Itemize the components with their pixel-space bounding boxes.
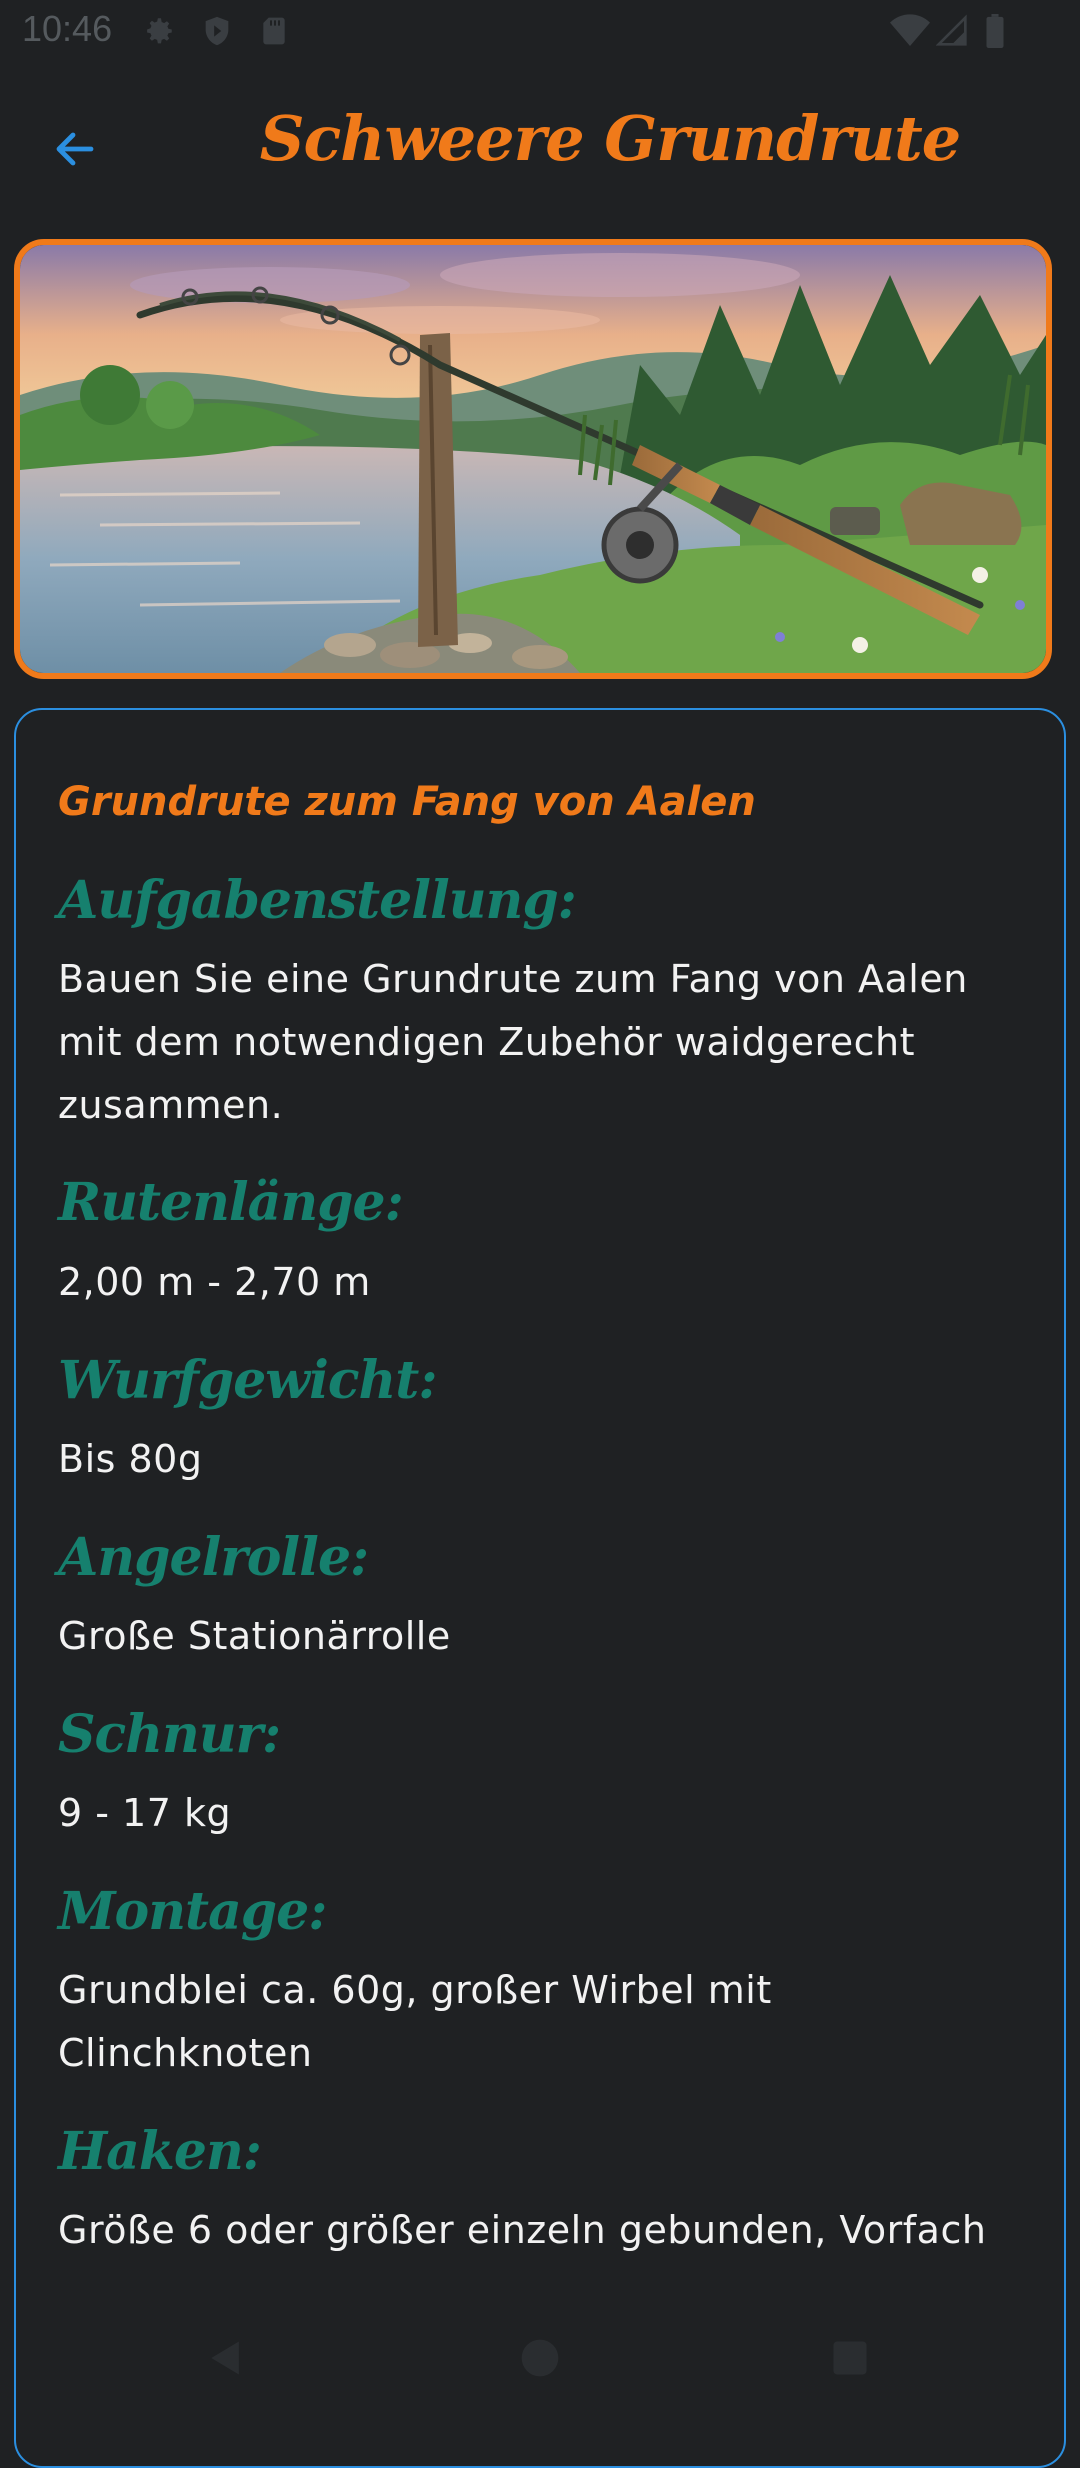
section-heading: Montage: (58, 1880, 327, 1942)
gear-icon (142, 14, 176, 52)
wifi-icon (890, 14, 930, 52)
section-heading: Rutenlänge: (58, 1172, 404, 1234)
section-heading: Angelrolle: (58, 1526, 369, 1588)
section-value: 2,00 m - 2,70 m (58, 1259, 371, 1304)
signal-icon (935, 14, 968, 52)
nav-home-button[interactable] (500, 2318, 580, 2398)
nav-back-icon (211, 2341, 239, 2375)
nav-home-icon (521, 2339, 559, 2377)
section-aufgabenstellung: Aufgabenstellung: Bauen Sie eine Grundru… (58, 870, 1018, 1136)
shield-play-icon (200, 14, 234, 52)
battery-icon (984, 14, 1006, 52)
status-bar: 10:46 (0, 0, 1080, 62)
info-card: Grundrute zum Fang von Aalen Aufgabenste… (14, 708, 1066, 2468)
nav-recents-icon (833, 2341, 867, 2375)
page-title: Schweere Grundrute (259, 102, 962, 175)
nav-recents-button[interactable] (810, 2318, 890, 2398)
section-value: Bauen Sie eine Grundrute zum Fang von Aa… (58, 957, 968, 1127)
section-angelrolle: Angelrolle: Große Stationärrolle (58, 1527, 1018, 1668)
back-button[interactable] (40, 114, 110, 184)
hero-image (14, 239, 1052, 679)
section-haken: Haken: Größe 6 oder größer einzeln gebun… (58, 2121, 1018, 2262)
section-heading: Aufgabenstellung: (58, 870, 577, 931)
card-content: Grundrute zum Fang von Aalen Aufgabenste… (58, 776, 1018, 2298)
section-heading: Schnur: (58, 1703, 281, 1765)
section-schnur: Schnur: 9 - 17 kg (58, 1704, 1018, 1845)
section-value: 9 - 17 kg (58, 1791, 232, 1836)
section-montage: Montage: Grundblei ca. 60g, großer Wirbe… (58, 1881, 1018, 2085)
section-value: Größe 6 oder größer einzeln gebunden, Vo… (58, 2207, 987, 2252)
section-heading: Haken: (58, 2120, 262, 2182)
arrow-left-icon (56, 132, 94, 166)
section-value: Bis 80g (58, 1436, 203, 1481)
section-value: Große Stationärrolle (58, 1614, 451, 1658)
fishing-rod-illustration (20, 245, 1046, 673)
nav-back-button[interactable] (186, 2318, 266, 2398)
section-heading: Wurfgewicht: (58, 1349, 438, 1411)
section-wurfgewicht: Wurfgewicht: Bis 80g (58, 1350, 1018, 1491)
section-rutenlaenge: Rutenlänge: 2,00 m - 2,70 m (58, 1172, 1018, 1313)
card-subtitle: Grundrute zum Fang von Aalen (58, 779, 756, 825)
sd-card-icon (258, 14, 290, 52)
status-time: 10:46 (22, 8, 113, 49)
system-nav-bar (0, 2300, 1080, 2400)
app-bar: Schweere Grundrute (0, 90, 1080, 210)
section-value: Grundblei ca. 60g, großer Wirbel mit Cli… (58, 1968, 772, 2075)
